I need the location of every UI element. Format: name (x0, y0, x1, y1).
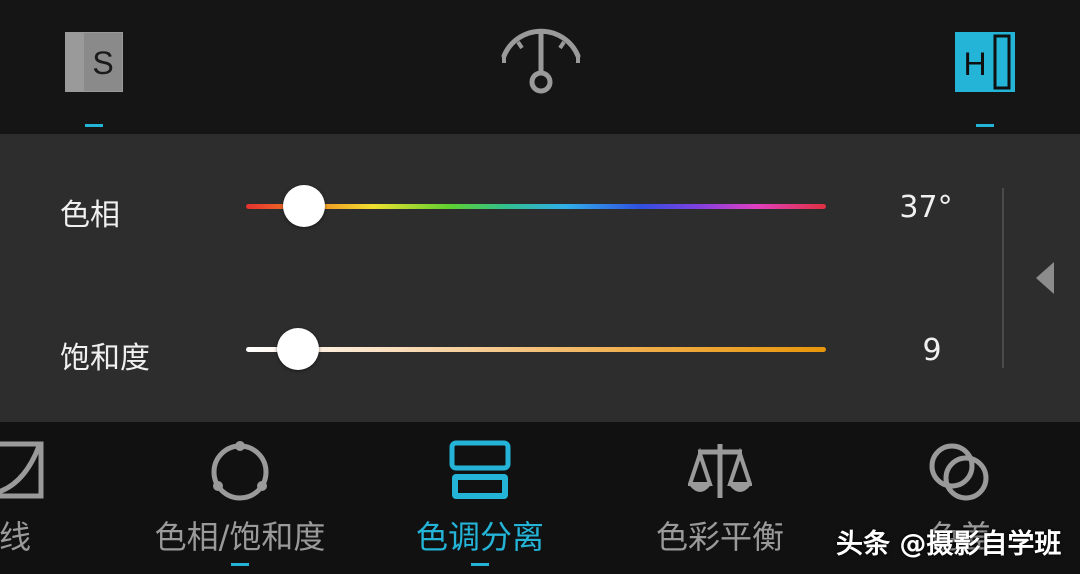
watermark: 头条 @摄影自学班 (836, 529, 1062, 560)
tab-color-balance[interactable]: 色彩平衡 (610, 422, 830, 574)
tab-label: 线 (0, 518, 31, 556)
overlap-circles-icon (928, 440, 992, 504)
hue-ring-icon (208, 440, 272, 504)
h-letter: H (963, 46, 986, 82)
tab-label: 色相/饱和度 (154, 518, 326, 556)
chevron-left-icon[interactable] (1034, 260, 1056, 296)
s-letter: S (92, 45, 113, 81)
hue-value: 37° (899, 190, 953, 225)
hue-slider-track[interactable] (246, 204, 826, 209)
tab-hue-saturation[interactable]: 色相/饱和度 (130, 422, 350, 574)
saturation-slider-thumb[interactable] (277, 328, 320, 370)
panel-divider (1002, 188, 1004, 368)
balance-scale-icon (687, 440, 753, 504)
tab-indicator-shadows (85, 124, 103, 127)
adjustment-panel: 色相 37° 饱和度 9 (0, 134, 1080, 422)
saturation-value: 9 (922, 333, 942, 368)
hue-slider-thumb[interactable] (283, 185, 325, 227)
saturation-label: 饱和度 (60, 341, 150, 376)
tab-curves[interactable]: 线 (0, 422, 125, 574)
balance-dial-icon[interactable] (498, 28, 584, 96)
tab-indicator-highlights (976, 124, 994, 127)
top-toolbar: S H (0, 0, 1080, 134)
tab-split-toning[interactable]: 色调分离 (370, 422, 590, 574)
shadows-s-icon[interactable]: S (65, 32, 123, 92)
hue-label: 色相 (60, 198, 120, 233)
split-tone-icon (448, 440, 512, 504)
tab-label: 色彩平衡 (655, 518, 784, 556)
tab-indicator (231, 563, 249, 566)
tab-label: 色调分离 (415, 518, 544, 556)
tab-indicator (471, 563, 489, 566)
highlights-h-icon[interactable]: H (955, 32, 1015, 92)
saturation-slider-track[interactable] (246, 347, 826, 352)
curve-icon (0, 440, 47, 504)
